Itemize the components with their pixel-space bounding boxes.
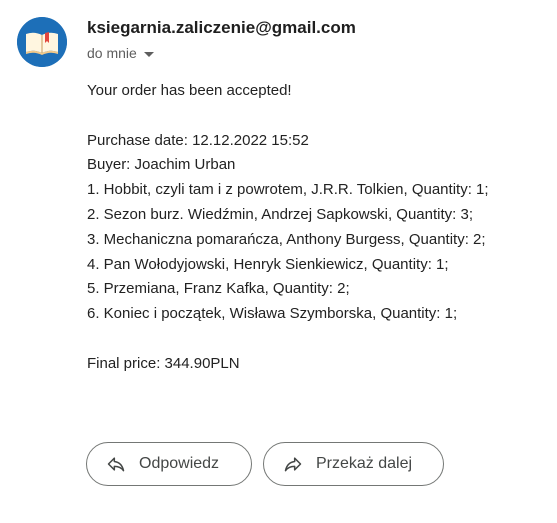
forward-arrow-icon [282, 453, 304, 475]
reply-button[interactable]: Odpowiedz [86, 442, 252, 486]
recipient-details-toggle[interactable]: do mnie [87, 45, 154, 61]
reply-label: Odpowiedz [139, 455, 220, 472]
buyer-name: Buyer: Joachim Urban [87, 156, 236, 174]
forward-label: Przekaż dalej [316, 455, 413, 472]
recipient-label: do mnie [87, 45, 137, 61]
order-item: 3. Mechaniczna pomarańcza, Anthony Burge… [87, 230, 486, 248]
chevron-down-icon [143, 51, 154, 57]
order-item: 4. Pan Wołodyjowski, Henryk Sienkiewicz,… [87, 255, 449, 273]
message-actions: Odpowiedz Przekaż dalej [86, 442, 444, 486]
final-price: Final price: 344.90PLN [87, 354, 240, 372]
order-item: 5. Przemiana, Franz Kafka, Quantity: 2; [87, 280, 350, 298]
open-book-icon [17, 17, 67, 67]
order-item: 6. Koniec i początek, Wisława Szymborska… [87, 305, 458, 323]
order-item: 1. Hobbit, czyli tam i z powrotem, J.R.R… [87, 181, 489, 199]
greeting-text: Your order has been accepted! [87, 82, 292, 99]
forward-button[interactable]: Przekaż dalej [263, 442, 444, 486]
purchase-date: Purchase date: 12.12.2022 15:52 [87, 131, 309, 149]
sender-email[interactable]: ksiegarnia.zaliczenie@gmail.com [87, 18, 356, 38]
order-item: 2. Sezon burz. Wiedźmin, Andrzej Sapkows… [87, 205, 474, 223]
sender-avatar[interactable] [17, 17, 67, 67]
reply-arrow-icon [105, 453, 127, 475]
message-body: Your order has been accepted! Purchase d… [87, 79, 547, 377]
